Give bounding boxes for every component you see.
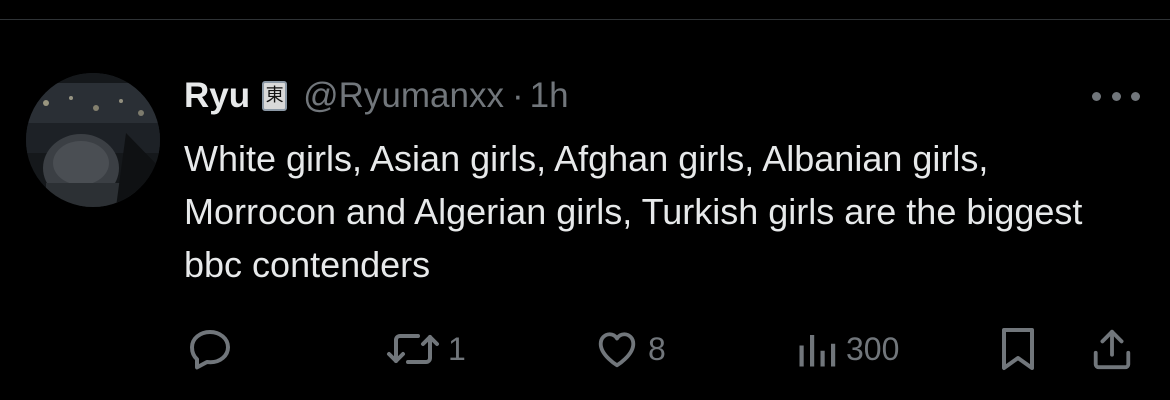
tweet-header: Ryu 東 @Ryumanxx · 1h — [184, 73, 569, 119]
user-handle[interactable]: @Ryumanxx — [303, 76, 504, 116]
like-count: 8 — [648, 330, 666, 367]
separator-dot: · — [511, 76, 524, 115]
reply-icon — [186, 325, 234, 373]
views-button[interactable]: 300 — [796, 322, 899, 376]
more-dot — [1111, 91, 1121, 101]
affiliate-badge[interactable]: 東 — [262, 81, 288, 111]
share-icon — [1090, 326, 1134, 372]
like-button[interactable]: 8 — [594, 322, 666, 376]
avatar[interactable] — [26, 73, 160, 207]
share-button[interactable] — [1090, 322, 1134, 376]
top-divider — [0, 19, 1170, 20]
retweet-button[interactable]: 1 — [386, 322, 466, 376]
action-bar: 1 8 300 — [0, 322, 1170, 376]
more-options-icon[interactable] — [1092, 88, 1140, 104]
heart-icon — [594, 326, 640, 372]
reply-button[interactable] — [186, 322, 234, 376]
retweet-icon — [386, 325, 440, 373]
timestamp[interactable]: 1h — [530, 76, 569, 116]
more-dot — [1131, 91, 1140, 101]
tweet-text: White girls, Asian girls, Afghan girls, … — [184, 138, 1083, 285]
display-name[interactable]: Ryu — [184, 76, 250, 116]
bookmark-icon — [998, 325, 1038, 373]
more-dot — [1092, 91, 1101, 101]
bookmark-button[interactable] — [998, 322, 1038, 376]
views-icon — [796, 328, 838, 370]
views-count: 300 — [846, 330, 900, 367]
retweet-count: 1 — [448, 330, 466, 367]
